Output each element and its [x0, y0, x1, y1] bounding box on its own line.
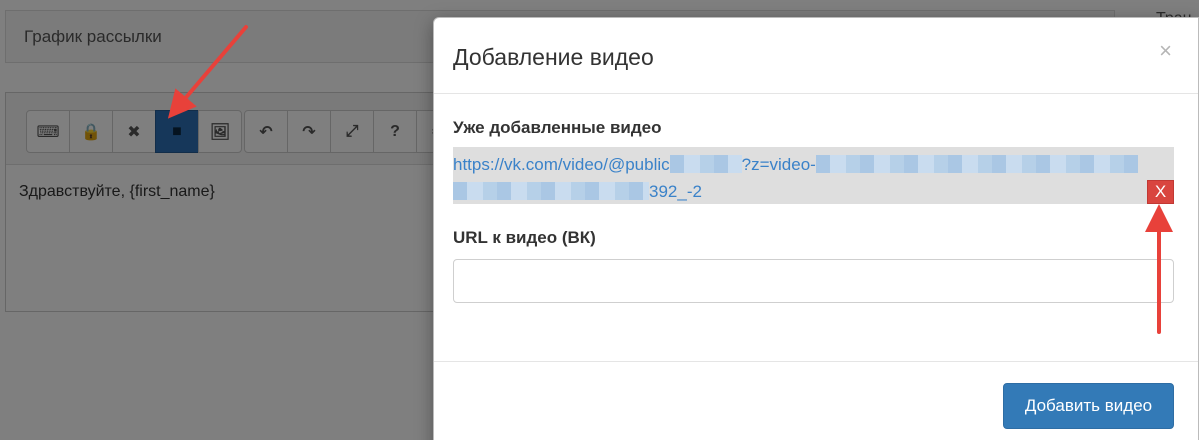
modal-header: Добавление видео × [434, 18, 1198, 94]
close-icon[interactable]: × [1159, 38, 1172, 64]
url-label: URL к видео (ВК) [453, 228, 596, 247]
redacted-blur [815, 155, 1138, 173]
added-videos-label: Уже добавленные видео [453, 118, 662, 137]
remove-video-button[interactable]: X [1147, 180, 1174, 204]
added-video-item: https://vk.com/video/@public ?z=video- 392… [453, 147, 1174, 204]
modal-title: Добавление видео [453, 44, 654, 70]
add-video-button[interactable]: Добавить видео [1003, 383, 1174, 429]
modal-footer-divider [434, 361, 1198, 362]
redacted-blur [669, 155, 742, 173]
add-video-modal: Добавление видео × Уже добавленные видео… [433, 17, 1199, 440]
video-url-input[interactable] [453, 259, 1174, 303]
video-link[interactable]: https://vk.com/video/@public ?z=video- 392… [453, 151, 1165, 205]
redacted-blur [453, 182, 649, 200]
